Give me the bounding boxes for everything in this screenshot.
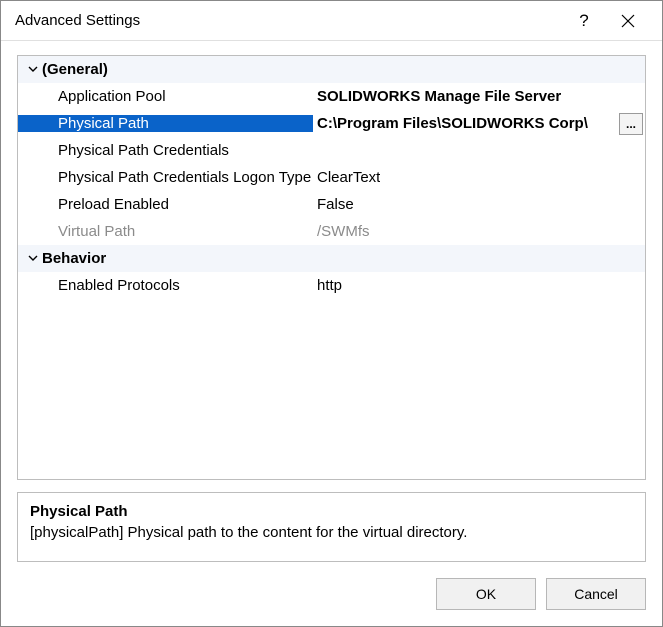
property-value[interactable]: False	[313, 196, 645, 213]
content-area: (General) Application PoolSOLIDWORKS Mana…	[1, 41, 662, 626]
close-button[interactable]	[606, 1, 650, 41]
property-value-text: ClearText	[317, 169, 380, 186]
property-value-text: C:\Program Files\SOLIDWORKS Corp\	[317, 115, 588, 132]
property-row[interactable]: Preload EnabledFalse	[18, 191, 645, 218]
property-row[interactable]: Physical Path Credentials	[18, 137, 645, 164]
property-value[interactable]: http	[313, 277, 645, 294]
category-label: (General)	[40, 61, 108, 78]
property-value[interactable]: C:\Program Files\SOLIDWORKS Corp\...	[313, 113, 645, 135]
property-value-text: False	[317, 196, 354, 213]
property-label: Application Pool	[18, 88, 313, 105]
button-row: OK Cancel	[17, 578, 646, 614]
property-label: Enabled Protocols	[18, 277, 313, 294]
category-label: Behavior	[40, 250, 106, 267]
titlebar: Advanced Settings ?	[1, 1, 662, 41]
ok-button[interactable]: OK	[436, 578, 536, 610]
property-value[interactable]: ClearText	[313, 169, 645, 186]
category-header[interactable]: Behavior	[18, 245, 645, 272]
property-row[interactable]: Enabled Protocolshttp	[18, 272, 645, 299]
browse-button[interactable]: ...	[619, 113, 643, 135]
help-title: Physical Path	[30, 503, 633, 520]
property-value-text: /SWMfs	[317, 223, 370, 240]
help-panel: Physical Path [physicalPath] Physical pa…	[17, 492, 646, 562]
chevron-down-icon	[18, 250, 40, 267]
help-description: [physicalPath] Physical path to the cont…	[30, 524, 633, 541]
cancel-button[interactable]: Cancel	[546, 578, 646, 610]
chevron-down-icon	[18, 61, 40, 78]
help-button[interactable]: ?	[562, 1, 606, 41]
help-icon: ?	[579, 11, 588, 31]
property-value: /SWMfs	[313, 223, 645, 240]
property-row[interactable]: Physical Path Credentials Logon TypeClea…	[18, 164, 645, 191]
window-title: Advanced Settings	[15, 12, 562, 29]
close-icon	[621, 14, 635, 28]
property-label: Physical Path Credentials Logon Type	[18, 169, 313, 186]
property-label: Preload Enabled	[18, 196, 313, 213]
property-label: Physical Path	[18, 115, 313, 132]
property-row[interactable]: Application PoolSOLIDWORKS Manage File S…	[18, 83, 645, 110]
property-label: Virtual Path	[18, 223, 313, 240]
property-row[interactable]: Virtual Path/SWMfs	[18, 218, 645, 245]
property-value-text: http	[317, 277, 342, 294]
category-header[interactable]: (General)	[18, 56, 645, 83]
property-grid: (General) Application PoolSOLIDWORKS Mana…	[17, 55, 646, 480]
property-row[interactable]: Physical PathC:\Program Files\SOLIDWORKS…	[18, 110, 645, 137]
property-label: Physical Path Credentials	[18, 142, 313, 159]
property-value[interactable]: SOLIDWORKS Manage File Server	[313, 88, 645, 105]
property-value-text: SOLIDWORKS Manage File Server	[317, 88, 561, 105]
